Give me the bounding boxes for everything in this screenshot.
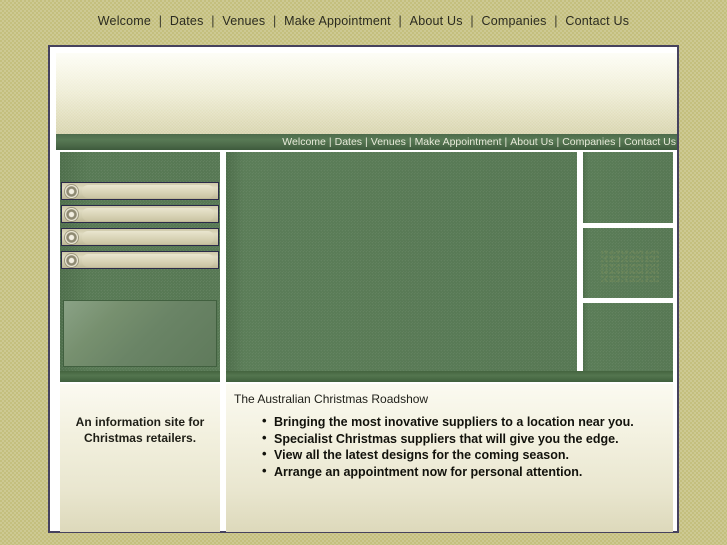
top-nav-label-venues: Venues	[222, 14, 266, 28]
section-divider-right	[226, 371, 673, 382]
inner-nav-separator: |	[365, 136, 368, 148]
inner-nav-label-venues: Venues	[370, 136, 406, 148]
top-nav-item-contact-us[interactable]: Contact Us	[563, 14, 631, 28]
top-navigation: Welcome | Dates | Venues | Make Appointm…	[0, 14, 727, 28]
tagline-panel: An information site for Christmas retail…	[60, 384, 220, 532]
inner-nav-label-companies: Companies	[562, 136, 616, 148]
sidebar-button-3-bar	[82, 231, 214, 244]
top-nav-separator: |	[470, 14, 474, 28]
inner-nav-separator: |	[408, 136, 412, 148]
inner-nav-label-about-us: About Us	[510, 136, 554, 148]
main-content-texture	[226, 152, 577, 371]
inner-nav-label-dates: Dates	[334, 136, 363, 148]
sidebar-button-2-bar	[82, 208, 214, 221]
radio-circle-icon	[65, 208, 78, 221]
top-nav-separator: |	[211, 14, 215, 28]
main-content-panel	[226, 152, 577, 371]
right-panel-top	[583, 152, 673, 223]
list-item: Specialist Christmas suppliers that will…	[262, 430, 673, 448]
inner-nav-item-companies[interactable]: Companies	[561, 136, 616, 148]
top-nav-label-about-us: About Us	[409, 14, 463, 28]
right-panel-stack	[583, 152, 673, 371]
list-item: Arrange an appointment now for personal …	[262, 463, 673, 481]
inner-nav-item-venues[interactable]: Venues	[370, 136, 407, 148]
top-nav-item-welcome[interactable]: Welcome	[96, 14, 153, 28]
site-banner	[56, 53, 677, 137]
top-nav-item-make-appointment[interactable]: Make Appointment	[282, 14, 393, 28]
top-nav-label-make-appointment: Make Appointment	[284, 14, 391, 28]
section-divider-left	[60, 371, 220, 382]
inner-nav-label-make-appointment: Make Appointment	[414, 136, 502, 148]
right-panel-watermark-image	[601, 250, 659, 282]
top-nav-item-companies[interactable]: Companies	[480, 14, 549, 28]
top-nav-label-welcome: Welcome	[97, 14, 152, 28]
radio-circle-icon	[65, 185, 78, 198]
site-frame: Welcome | Dates | Venues | Make Appointment | Ab…	[48, 45, 679, 533]
sidebar-button-list	[61, 182, 219, 274]
feature-bullet-list: Bringing the most inovative suppliers to…	[234, 413, 673, 481]
right-panel-bottom-texture	[583, 303, 673, 371]
section-divider	[56, 371, 677, 382]
inner-nav-item-contact-us[interactable]: Contact Us	[623, 136, 677, 148]
inner-nav-label-contact-us: Contact Us	[624, 136, 676, 148]
top-nav-item-dates[interactable]: Dates	[168, 14, 206, 28]
intro-panel: The Australian Christmas Roadshow Bringi…	[226, 384, 673, 532]
page-title: The Australian Christmas Roadshow	[234, 392, 429, 406]
left-sidebar-panel	[60, 152, 220, 371]
inner-nav-item-dates[interactable]: Dates	[334, 136, 363, 148]
top-nav-separator: |	[554, 14, 558, 28]
tagline-line-2: Christmas retailers.	[83, 431, 197, 445]
tagline-line-1: An information site for	[75, 415, 205, 429]
radio-circle-icon	[65, 254, 78, 267]
inner-nav-label-welcome: Welcome	[282, 136, 326, 148]
inner-nav-item-make-appointment[interactable]: Make Appointment	[414, 136, 503, 148]
top-nav-label-companies: Companies	[481, 14, 547, 28]
sidebar-button-1[interactable]	[61, 182, 219, 200]
sidebar-button-4-bar	[82, 254, 214, 267]
top-nav-item-about-us[interactable]: About Us	[408, 14, 465, 28]
top-nav-item-venues[interactable]: Venues	[220, 14, 267, 28]
top-nav-label-contact-us: Contact Us	[565, 14, 630, 28]
site-frame-inner: Welcome | Dates | Venues | Make Appointment | Ab…	[50, 47, 677, 532]
inner-nav-separator: |	[328, 136, 332, 148]
inner-navigation: Welcome | Dates | Venues | Make Appointment | Ab…	[56, 134, 677, 150]
radio-circle-icon	[65, 231, 78, 244]
top-nav-separator: |	[272, 14, 277, 28]
inner-nav-item-welcome[interactable]: Welcome	[281, 136, 327, 148]
banner-texture	[56, 53, 677, 137]
sidebar-button-3[interactable]	[61, 228, 219, 246]
content-bottom-region: An information site for Christmas retail…	[56, 382, 677, 532]
sidebar-button-4[interactable]	[61, 251, 219, 269]
sidebar-image-placeholder	[63, 300, 217, 367]
inner-nav-item-about-us[interactable]: About Us	[509, 136, 554, 148]
top-nav-label-dates: Dates	[169, 14, 204, 28]
sidebar-button-2[interactable]	[61, 205, 219, 223]
top-nav-separator: |	[398, 14, 402, 28]
right-panel-top-texture	[583, 152, 673, 223]
right-panel-bottom	[583, 303, 673, 371]
top-nav-separator: |	[158, 14, 163, 28]
content-middle-region	[56, 150, 677, 371]
list-item: Bringing the most inovative suppliers to…	[262, 413, 673, 431]
right-panel-middle	[583, 228, 673, 298]
sidebar-button-1-bar	[82, 185, 214, 198]
list-item: View all the latest designs for the comi…	[262, 446, 673, 464]
